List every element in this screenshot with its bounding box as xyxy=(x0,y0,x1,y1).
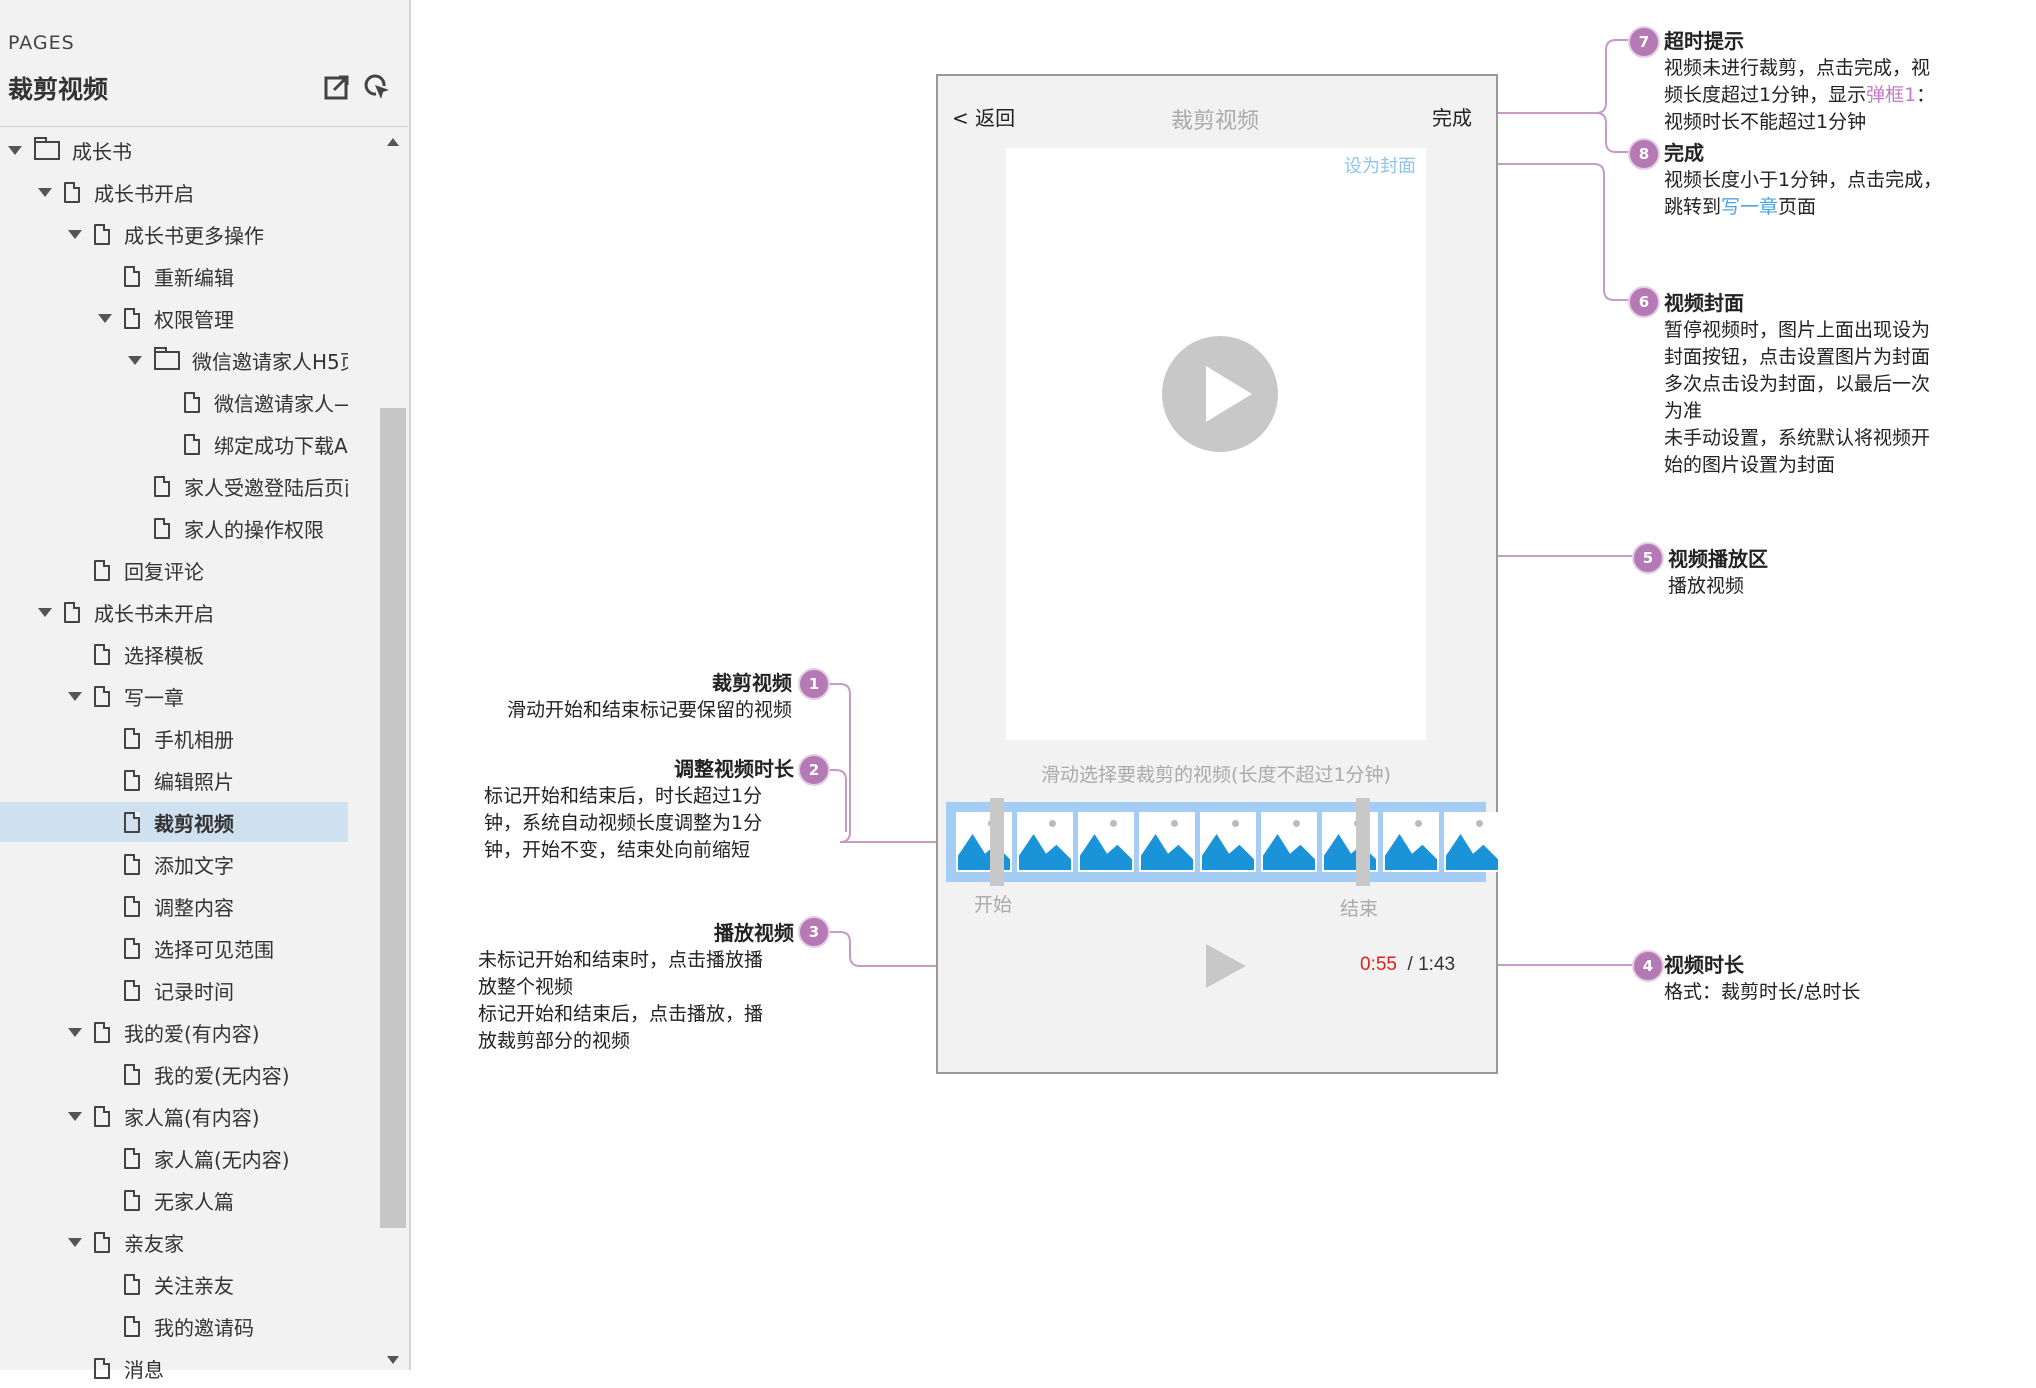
note-8-line: 跳转到写一章页面 xyxy=(1664,196,1817,218)
note-7-line: 视频时长不能超过1分钟 xyxy=(1664,111,1867,133)
video-frame-thumbnail xyxy=(1444,812,1500,872)
start-label: 开始 xyxy=(974,894,1013,916)
trim-hint: 滑动选择要裁剪的视频(长度不超过1分钟) xyxy=(1041,764,1391,786)
note-2-line: 钟，系统自动视频长度调整为1分 xyxy=(484,812,763,834)
note-7-title: 超时提示 xyxy=(1664,29,1744,53)
note-badge-6: 6 xyxy=(1628,286,1660,318)
note-6-line: 封面按钮，点击设置图片为封面 xyxy=(1664,346,1931,368)
note-2: 调整视频时长 标记开始和结束后，时长超过1分 钟，系统自动视频长度调整为1分 钟… xyxy=(484,756,794,864)
note-3: 播放视频 未标记开始和结束时，点击播放播 放整个视频 标记开始和结束后，点击播放… xyxy=(478,920,794,1055)
note-6-line: 多次点击设为封面，以最后一次 xyxy=(1664,373,1931,395)
current-time: 0:55 xyxy=(1360,954,1397,975)
start-handle[interactable] xyxy=(990,798,1004,886)
back-button[interactable]: < 返回 xyxy=(952,102,1015,131)
note-badge-2: 2 xyxy=(798,754,830,786)
video-duration: 0:55 / 1:43 xyxy=(1360,954,1455,976)
note-1-title: 裁剪视频 xyxy=(712,671,792,695)
note-3-title: 播放视频 xyxy=(714,921,794,945)
note-4: 视频时长 格式：裁剪时长/总时长 xyxy=(1664,952,1964,1006)
note-7-line: 频长度超过1分钟，显示弹框1： xyxy=(1664,84,1936,106)
video-frame-thumbnail xyxy=(1078,812,1134,872)
note-7: 超时提示 视频未进行裁剪，点击完成，视 频长度超过1分钟，显示弹框1： 视频时长… xyxy=(1664,28,2004,136)
end-label: 结束 xyxy=(1340,898,1379,920)
note-6-line: 始的图片设置为封面 xyxy=(1664,454,1836,476)
note-5-title: 视频播放区 xyxy=(1668,547,1768,571)
note-1: 裁剪视频 滑动开始和结束标记要保留的视频 xyxy=(440,670,792,724)
video-frame-thumbnail xyxy=(1200,812,1256,872)
note-3-line: 放裁剪部分的视频 xyxy=(478,1030,631,1052)
note-3-line: 未标记开始和结束时，点击播放播 xyxy=(478,949,764,971)
note-4-title: 视频时长 xyxy=(1664,953,1744,977)
note-2-line: 钟，开始不变，结束处向前缩短 xyxy=(484,839,751,861)
note-8-line: 视频长度小于1分钟，点击完成， xyxy=(1664,169,1943,191)
note-1-line: 滑动开始和结束标记要保留的视频 xyxy=(506,699,792,721)
note-3-line: 标记开始和结束后，点击播放，播 xyxy=(478,1003,764,1025)
write-chapter-link[interactable]: 写一章 xyxy=(1721,196,1778,218)
screen-title: 裁剪视频 xyxy=(1170,109,1259,134)
note-6: 视频封面 暂停视频时，图片上面出现设为 封面按钮，点击设置图片为封面 多次点击设… xyxy=(1664,290,2004,479)
note-8: 完成 视频长度小于1分钟，点击完成， 跳转到写一章页面 xyxy=(1664,140,2004,221)
note-badge-3: 3 xyxy=(798,916,830,948)
note-6-line: 暂停视频时，图片上面出现设为 xyxy=(1664,319,1931,341)
video-frame-thumbnail xyxy=(1017,812,1073,872)
done-button[interactable]: 完成 xyxy=(1432,102,1472,131)
video-frame-thumbnail xyxy=(1261,812,1317,872)
note-8-title: 完成 xyxy=(1664,141,1704,165)
play-small-icon[interactable] xyxy=(1206,944,1246,988)
note-6-title: 视频封面 xyxy=(1664,291,1744,315)
note-4-line: 格式：裁剪时长/总时长 xyxy=(1664,981,1861,1003)
video-frame-thumbnail xyxy=(1139,812,1195,872)
popup-1-link[interactable]: 弹框1 xyxy=(1866,84,1916,106)
note-badge-8: 8 xyxy=(1628,138,1660,170)
note-5: 视频播放区 播放视频 xyxy=(1668,546,1968,600)
total-time: / 1:43 xyxy=(1407,954,1456,975)
note-badge-4: 4 xyxy=(1632,950,1664,982)
note-7-line: 视频未进行裁剪，点击完成，视 xyxy=(1664,57,1931,79)
note-2-line: 标记开始和结束后，时长超过1分 xyxy=(484,785,763,807)
note-2-title: 调整视频时长 xyxy=(674,757,794,781)
note-6-line: 未手动设置，系统默认将视频开 xyxy=(1664,427,1931,449)
note-5-line: 播放视频 xyxy=(1668,575,1745,597)
note-6-line: 为准 xyxy=(1664,400,1703,422)
video-frame-thumbnail xyxy=(1383,812,1439,872)
note-badge-1: 1 xyxy=(798,668,830,700)
end-handle[interactable] xyxy=(1356,798,1370,886)
note-3-line: 放整个视频 xyxy=(478,976,574,998)
set-cover-button[interactable]: 设为封面 xyxy=(1344,152,1416,178)
note-badge-5: 5 xyxy=(1632,542,1664,574)
play-icon[interactable] xyxy=(1162,336,1278,452)
note-badge-7: 7 xyxy=(1628,26,1660,58)
